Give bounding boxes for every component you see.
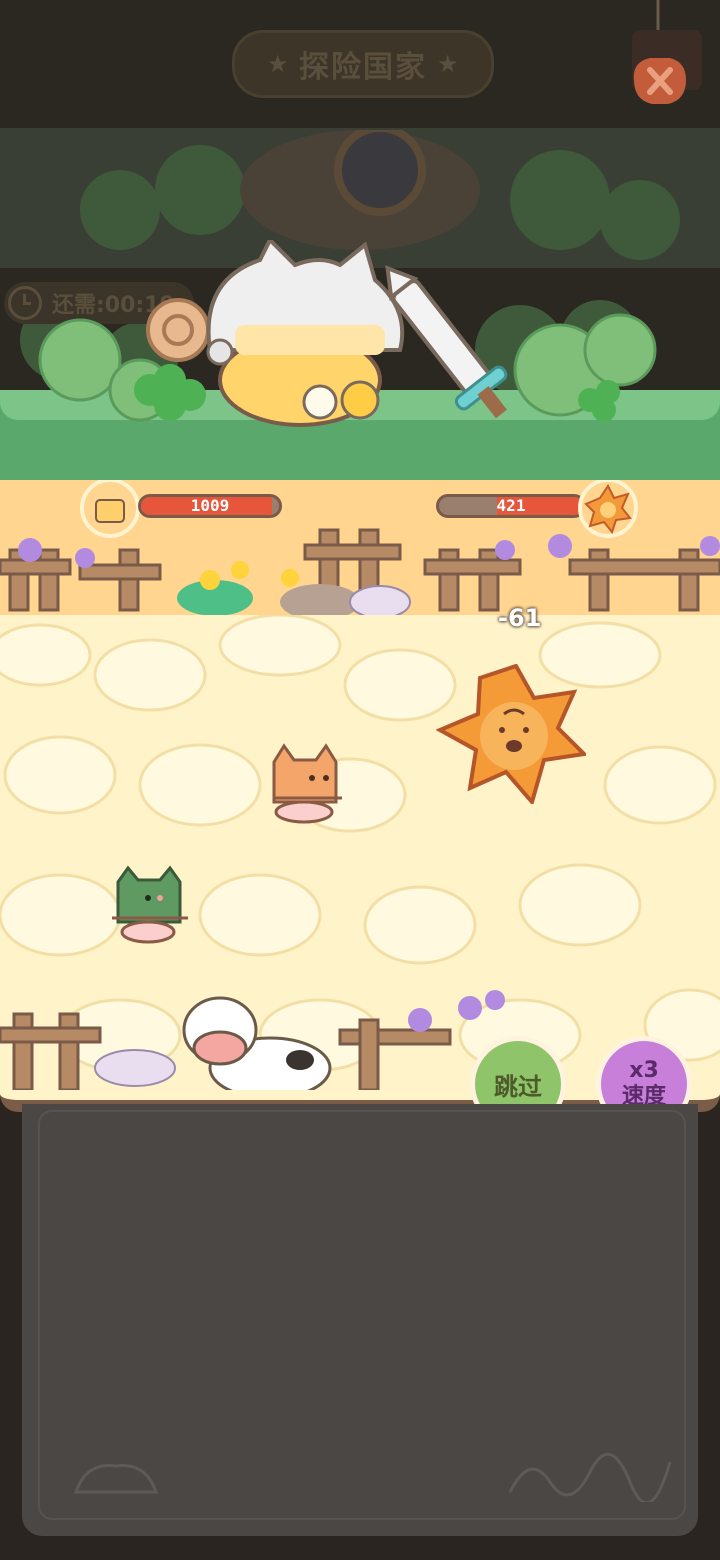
skip-button-label: 跳过 xyxy=(494,1072,542,1101)
bottom-panel-inner xyxy=(38,1110,686,1520)
sun-enemy-icon xyxy=(584,484,632,535)
sleeping-cat-watermark xyxy=(73,1464,159,1494)
player-hp-value: 1009 xyxy=(190,496,230,515)
player-hp-bar: 1009 xyxy=(138,494,282,518)
close-button[interactable] xyxy=(626,0,706,130)
enemy-hp-avatar xyxy=(578,480,638,538)
player-hp-avatar xyxy=(80,480,140,538)
title-plate: ★ 探险国家 ★ xyxy=(232,30,494,98)
page-title: 探险国家 xyxy=(299,50,427,85)
ally-green-cat[interactable] xyxy=(108,864,192,948)
enemy-hp-bar: 421 xyxy=(436,494,586,518)
star-icon: ★ xyxy=(267,50,289,78)
doodle-watermark xyxy=(508,1452,672,1502)
cat-box-icon xyxy=(95,499,125,523)
speed-multiplier: x3 xyxy=(629,1058,659,1083)
enemy-hp-value: 421 xyxy=(496,496,526,515)
enemy-sun-monster[interactable] xyxy=(436,664,586,804)
battle-arena: 1009 421 -61 xyxy=(0,480,720,1112)
star-icon: ★ xyxy=(437,50,459,78)
ally-orange-cat[interactable] xyxy=(264,742,348,826)
damage-popup: -61 xyxy=(498,604,542,632)
hero-cat-knight xyxy=(38,240,657,427)
